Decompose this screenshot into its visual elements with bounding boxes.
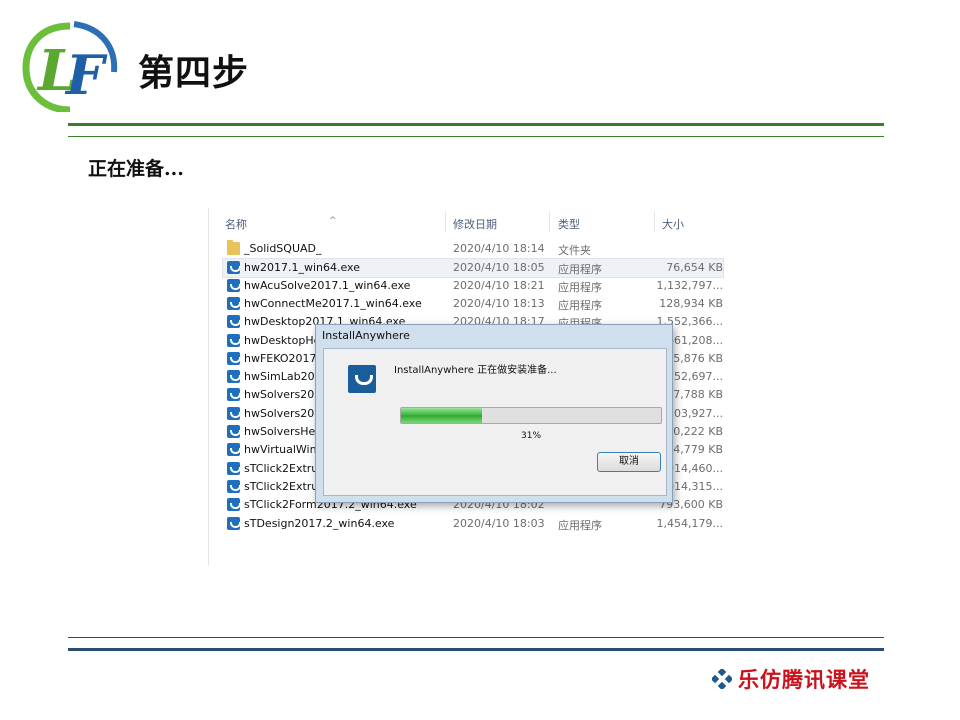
exe-file-icon: [227, 406, 241, 420]
exe-file-icon: [227, 296, 241, 310]
folder-icon: [227, 240, 240, 255]
file-modified-date: 2020/4/10 18:03: [453, 516, 545, 530]
file-type: 应用程序: [558, 518, 602, 532]
exe-file-icon: [227, 370, 241, 384]
file-name: _SolidSQUAD_: [244, 242, 322, 255]
file-type: 文件夹: [558, 244, 591, 257]
footer-text: 乐仿腾讯课堂: [738, 667, 870, 692]
column-header-bar: ^ 名称 修改日期 类型 大小: [209, 208, 729, 236]
file-row[interactable]: hwConnectMe2017.1_win64.exe 2020/4/10 18:…: [223, 295, 723, 313]
file-size: 1,454,179...: [656, 516, 723, 530]
file-modified-date: 2020/4/10 18:21: [453, 278, 545, 292]
file-name: hwDesktopHe: [244, 333, 321, 347]
file-name: sTClick2Extrud: [244, 461, 326, 475]
exe-file-icon: [227, 443, 241, 457]
file-row[interactable]: hw2017.1_win64.exe 2020/4/10 18:05 应用程序 76,…: [222, 258, 724, 279]
file-type: 应用程序: [558, 298, 602, 312]
file-name: hwVirtualWind: [244, 443, 324, 457]
exe-file-icon: [227, 461, 241, 475]
exe-file-icon: [227, 479, 241, 493]
exe-file-icon: [227, 498, 241, 512]
file-row[interactable]: sTDesign2017.2_win64.exe 2020/4/10 18:03 应…: [223, 515, 723, 533]
file-size: 76,654 KB: [666, 261, 723, 275]
exe-file-icon: [227, 315, 241, 329]
cancel-button[interactable]: 取消: [597, 452, 661, 472]
exe-file-icon: [227, 278, 241, 292]
column-header-type[interactable]: 类型: [558, 216, 580, 232]
installanywhere-dialog: InstallAnywhere InstallAnywhere 正在做安装准备.…: [315, 324, 673, 503]
lf-logo: L F: [22, 21, 118, 112]
file-size: 128,934 KB: [659, 296, 723, 310]
file-name: hw2017.1_win64.exe: [244, 261, 360, 275]
bottom-divider-thin: [68, 637, 884, 638]
top-divider-thin: [68, 136, 884, 137]
file-type: 应用程序: [558, 263, 602, 277]
file-name: hwAcuSolve2017.1_win64.exe: [244, 278, 411, 292]
file-row[interactable]: hwAcuSolve2017.1_win64.exe 2020/4/10 18:2…: [223, 277, 723, 295]
svg-text:F: F: [64, 43, 108, 107]
exe-file-icon: [227, 516, 241, 530]
slide-title: 第四步: [138, 53, 250, 94]
progress-percent: 31%: [521, 431, 542, 441]
file-modified-date: 2020/4/10 18:05: [453, 261, 545, 275]
dialog-message: InstallAnywhere 正在做安装准备...: [394, 365, 557, 376]
file-type: 应用程序: [558, 280, 602, 294]
dialog-title: InstallAnywhere: [322, 329, 410, 342]
file-size: 1,132,797...: [656, 278, 723, 292]
exe-file-icon: [227, 261, 241, 275]
exe-file-icon: [227, 388, 241, 402]
sort-ascending-icon: ^: [329, 216, 337, 226]
slide-subtitle: 正在准备...: [88, 158, 184, 180]
bottom-divider: [68, 648, 884, 651]
file-modified-date: 2020/4/10 18:14: [453, 242, 545, 255]
file-name: sTDesign2017.2_win64.exe: [244, 516, 395, 530]
exe-file-icon: [227, 333, 241, 347]
top-divider: [68, 123, 884, 126]
column-header-size[interactable]: 大小: [662, 216, 684, 232]
progress-bar: [400, 407, 662, 424]
exe-file-icon: [227, 425, 241, 438]
exe-file-icon: [227, 351, 241, 365]
diamond-dots-icon: [712, 669, 732, 689]
file-name: sTClick2Extrud: [244, 479, 326, 493]
file-name: hwSolversHelp: [244, 425, 326, 438]
column-header-name[interactable]: 名称: [225, 216, 247, 232]
progress-bar-fill: [401, 408, 482, 423]
file-name: hwConnectMe2017.1_win64.exe: [244, 296, 422, 310]
file-row[interactable]: _SolidSQUAD_ 2020/4/10 18:14 文件夹: [223, 240, 723, 258]
dialog-body: InstallAnywhere 正在做安装准备... 31% 取消: [323, 348, 667, 496]
file-modified-date: 2020/4/10 18:13: [453, 296, 545, 310]
column-header-modified[interactable]: 修改日期: [453, 216, 497, 232]
installanywhere-logo-icon: [348, 365, 376, 393]
